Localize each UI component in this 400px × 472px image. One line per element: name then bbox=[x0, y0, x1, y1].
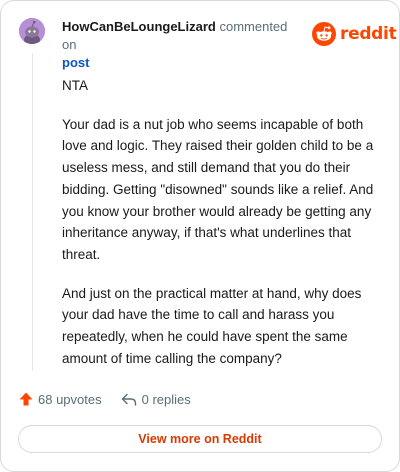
reddit-wordmark: reddit bbox=[340, 24, 397, 44]
reddit-logo[interactable]: reddit bbox=[312, 21, 397, 47]
post-link[interactable]: post bbox=[62, 54, 302, 72]
comment-paragraph: NTA bbox=[62, 78, 88, 93]
comment-paragraph: And just on the practical matter at hand… bbox=[62, 285, 362, 366]
comment-paragraph: Your dad is a nut job who seems incapabl… bbox=[62, 116, 374, 262]
reply-button[interactable]: 0 replies bbox=[120, 391, 191, 407]
embedded-comment-card: HowCanBeLoungeLizard commented on post r… bbox=[0, 0, 400, 472]
username[interactable]: HowCanBeLoungeLizard bbox=[62, 19, 216, 34]
snoo-avatar-icon bbox=[19, 18, 45, 44]
upvote-arrow-icon bbox=[19, 392, 33, 406]
reddit-logo-icon bbox=[312, 22, 336, 46]
view-more-button[interactable]: View more on Reddit bbox=[18, 425, 382, 453]
comment-header: HowCanBeLoungeLizard commented on post bbox=[62, 18, 302, 72]
comment-body: NTA Your dad is a nut job who seems inca… bbox=[62, 75, 377, 386]
upvote-button[interactable]: 68 upvotes bbox=[18, 391, 102, 407]
reply-arrow-icon bbox=[121, 393, 136, 406]
thread-line bbox=[32, 53, 33, 371]
upvote-count: 68 upvotes bbox=[38, 391, 102, 407]
reply-count: 0 replies bbox=[141, 391, 191, 407]
comment-actions: 68 upvotes 0 replies bbox=[18, 389, 191, 409]
avatar[interactable] bbox=[19, 18, 45, 44]
